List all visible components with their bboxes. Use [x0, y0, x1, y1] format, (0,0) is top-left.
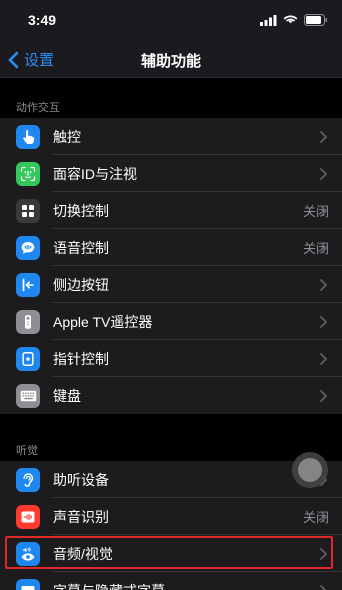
pointer-icon — [16, 346, 40, 371]
chevron-right-icon — [320, 511, 327, 523]
sound-recognition-icon — [16, 504, 40, 529]
interaction-group: 触控 面容ID与注视 切换控制 关闭 语音控制 关闭 侧边按钮 Apple TV… — [0, 118, 342, 414]
row-label: 字幕与隐藏式字幕 — [53, 581, 329, 590]
voice-control-icon — [16, 235, 40, 260]
ear-icon — [16, 467, 40, 492]
chevron-right-icon — [320, 390, 327, 402]
row-pointer-control[interactable]: 指针控制 — [0, 340, 342, 377]
chevron-right-icon — [320, 316, 327, 328]
keyboard-icon — [16, 383, 40, 408]
row-switch-control[interactable]: 切换控制 关闭 — [0, 192, 342, 229]
battery-icon — [304, 13, 328, 31]
row-label: 声音识别 — [53, 508, 109, 525]
chevron-right-icon — [320, 131, 327, 143]
hearing-group: 助听设备 声音识别 关闭 音频/视觉 字幕与隐藏式字幕 — [0, 461, 342, 590]
status-time: 3:49 — [28, 12, 57, 28]
assistive-touch-button[interactable] — [292, 452, 328, 488]
row-label: 键盘 — [53, 387, 81, 404]
row-label: 侧边按钮 — [53, 276, 109, 293]
row-voice-control[interactable]: 语音控制 关闭 — [0, 229, 342, 266]
settings-list[interactable]: 动作交互 触控 面容ID与注视 切换控制 关闭 语音控制 关闭 侧边按钮 App… — [0, 78, 342, 590]
side-button-icon — [16, 272, 40, 297]
status-icons — [260, 13, 328, 31]
face-id-icon — [16, 161, 40, 186]
row-label: 面容ID与注视 — [53, 165, 137, 182]
row-touch[interactable]: 触控 — [0, 118, 342, 155]
row-label: 切换控制 — [53, 202, 109, 219]
wifi-icon — [283, 13, 298, 31]
chevron-right-icon — [320, 548, 327, 560]
row-label: 触控 — [53, 128, 81, 145]
row-side-button[interactable]: 侧边按钮 — [0, 266, 342, 303]
chevron-right-icon — [320, 279, 327, 291]
row-sound-recognition[interactable]: 声音识别 关闭 — [0, 498, 342, 535]
row-label: 音频/视觉 — [53, 545, 113, 562]
subtitles-icon — [16, 578, 40, 590]
section-header-interaction: 动作交互 — [16, 102, 60, 114]
audio-visual-icon — [16, 541, 40, 566]
hand-point-icon — [16, 124, 40, 149]
signal-icon — [260, 13, 277, 31]
section-header-hearing: 听觉 — [16, 445, 38, 457]
row-audio-visual[interactable]: 音频/视觉 — [0, 535, 342, 572]
chevron-right-icon — [320, 242, 327, 254]
row-label: 助听设备 — [53, 471, 109, 488]
switch-control-icon — [16, 198, 40, 223]
assistive-touch-dot — [298, 458, 322, 482]
chevron-right-icon — [320, 353, 327, 365]
row-label: Apple TV遥控器 — [53, 313, 153, 330]
row-label: 指针控制 — [53, 350, 109, 367]
status-bar: 3:49 — [0, 0, 342, 40]
row-subtitles-captions[interactable]: 字幕与隐藏式字幕 — [0, 572, 342, 590]
row-apple-tv-remote[interactable]: Apple TV遥控器 — [0, 303, 342, 340]
row-keyboard[interactable]: 键盘 — [0, 377, 342, 414]
page-title: 辅助功能 — [140, 53, 201, 70]
chevron-right-icon — [320, 205, 327, 217]
remote-icon — [16, 309, 40, 334]
row-face-id[interactable]: 面容ID与注视 — [0, 155, 342, 192]
nav-bar: 设置 辅助功能 — [0, 40, 342, 78]
row-label: 语音控制 — [53, 239, 109, 256]
chevron-right-icon — [320, 585, 327, 590]
row-hearing-devices[interactable]: 助听设备 — [0, 461, 342, 498]
chevron-right-icon — [320, 168, 327, 180]
